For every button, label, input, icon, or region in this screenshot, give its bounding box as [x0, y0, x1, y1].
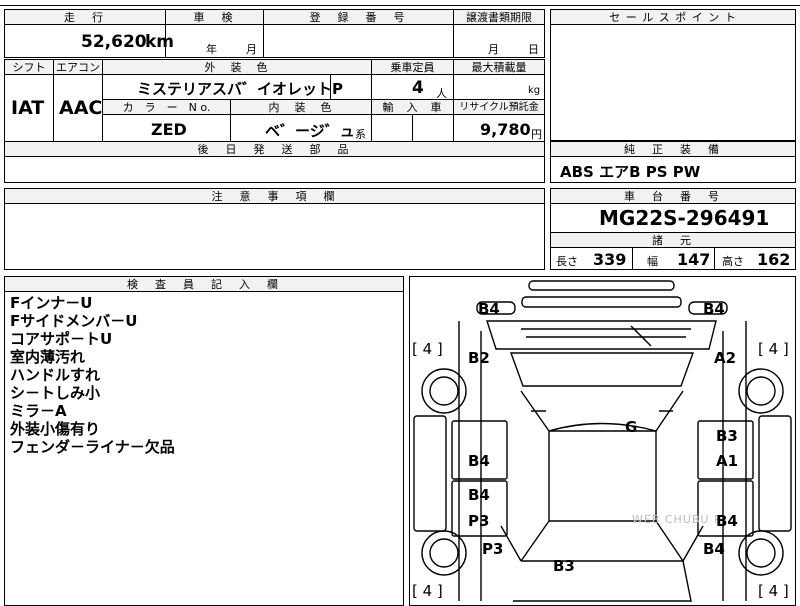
import-car-header: 輸 入 車	[371, 99, 454, 115]
interior-color-value: ベ゛ージ゛ュ	[265, 122, 355, 140]
transfer-deadline-header: 譲渡書類期限	[453, 9, 545, 25]
length-cell: 長さ 339	[550, 247, 633, 270]
damage-mark-a2: A2	[714, 349, 737, 367]
color-no-header: カ ラ ー N o.	[102, 99, 231, 115]
mileage-header: 走 行	[4, 9, 166, 25]
interior-color-suffix: 系	[355, 128, 366, 141]
inspector-note-line: コアサポ－トU	[10, 330, 113, 348]
sales-point-area	[550, 24, 796, 141]
damage-mark-b4-left-door: B4	[468, 452, 490, 470]
standard-equipment-cell: ABS エアB PS PW	[550, 156, 796, 183]
length-value: 339	[593, 250, 627, 269]
recycle-deposit-header: リサイクル預託金	[453, 99, 545, 115]
inspector-note-line: 外装小傷有り	[10, 420, 101, 438]
standard-equipment-header: 純 正 装 備	[550, 141, 796, 157]
max-load-cell: kg	[453, 74, 545, 100]
width-label: 幅	[647, 255, 658, 268]
inspector-notes-area: Fインナ－U Fサイドメンバ－U コアサポ－トU 室内薄汚れ ハンドルすれ シ－トしみ小ミ…	[4, 291, 404, 606]
damage-mark-b4-left-rear-door: B4	[468, 486, 490, 504]
height-label: 高さ	[722, 255, 744, 268]
inspector-note-line: シ－トしみ小	[10, 384, 101, 402]
damage-mark-b3-right: B3	[716, 427, 738, 445]
specs-header: 諸 元	[550, 232, 796, 248]
shaken-year: 年	[206, 43, 217, 56]
registration-header: 登 録 番 号	[263, 9, 454, 25]
later-parts-area	[4, 156, 545, 183]
transfer-month: 月	[488, 43, 499, 56]
damage-mark-a1: A1	[716, 452, 739, 470]
inspector-note-line: ミラ－A	[10, 402, 67, 420]
top-strip	[0, 0, 800, 6]
tire-depth-front-left: [ 4 ]	[412, 340, 443, 358]
damage-mark-p3-rear-left: P3	[482, 540, 504, 558]
damage-mark-b4-right-rear: B4	[716, 512, 738, 530]
registration-cell	[263, 24, 454, 58]
inspector-notes-header: 検 査 員 記 入 欄	[4, 276, 404, 292]
tire-depth-front-right: [ 4 ]	[758, 340, 789, 358]
shift-header: シフト	[4, 59, 54, 75]
max-load-header: 最大積載量	[453, 59, 545, 75]
recycle-deposit-unit: 円	[531, 128, 542, 141]
standard-equipment-value: ABS エアB PS PW	[560, 163, 701, 181]
inspector-note-line: ハンドルすれ	[10, 366, 101, 384]
mileage-cell: 52,620 km	[4, 24, 174, 58]
capacity-cell: 4 人	[371, 74, 454, 100]
damage-mark-b4-front-right: B4	[703, 300, 725, 318]
aircon-header: エアコン	[53, 59, 103, 75]
inspector-notes-list: Fインナ－U Fサイドメンバ－U コアサポ－トU 室内薄汚れ ハンドルすれ シ－トしみ小ミ…	[10, 294, 175, 456]
height-value: 162	[757, 250, 791, 269]
diagram-watermark: WEB CHUBU P	[632, 513, 722, 526]
damage-mark-b4-rear-right: B4	[703, 540, 725, 558]
damage-mark-p3-left-door: P3	[468, 512, 490, 530]
damage-mark-b4-front-left: B4	[478, 300, 500, 318]
exterior-color-value: ミステリアスバ゛イオレットP	[137, 80, 343, 98]
shift-value: IAT	[11, 97, 45, 119]
aircon-cell: AAC	[53, 74, 103, 142]
transfer-day: 日	[528, 43, 539, 56]
inspector-note-line: Fサイドメンバ－U	[10, 312, 138, 330]
chassis-number-cell: MG22S-296491	[550, 203, 796, 233]
sales-point-header: セ ー ル ス ポ イ ン ト	[550, 9, 796, 25]
import-car-cell-a	[371, 114, 413, 142]
damage-mark-g: G	[625, 418, 638, 436]
height-cell: 高さ 162	[714, 247, 796, 270]
import-car-cell-b	[412, 114, 454, 142]
inspector-note-line: 室内薄汚れ	[10, 348, 86, 366]
color-no-value: ZED	[151, 120, 187, 139]
color-no-cell: ZED	[102, 114, 231, 142]
exterior-color-extra-cell	[330, 74, 372, 100]
tire-depth-rear-left: [ 4 ]	[412, 582, 443, 600]
inspector-note-line: フェンダ－ライナ－欠品	[10, 438, 175, 456]
car-outline-diagram	[413, 280, 792, 602]
caution-area	[4, 203, 545, 270]
interior-color-cell: ベ゛ージ゛ュ 系	[230, 114, 372, 142]
later-parts-header: 後 日 発 送 部 品	[4, 141, 545, 157]
chassis-number-header: 車 台 番 号	[550, 188, 796, 204]
vehicle-diagram-frame: WEB CHUBU P	[409, 276, 796, 606]
shaken-cell: 年 月	[165, 24, 264, 58]
exterior-color-cell: ミステリアスバ゛イオレットP	[102, 74, 343, 100]
width-cell: 幅 147	[632, 247, 715, 270]
aircon-value: AAC	[59, 97, 103, 119]
mileage-value: 52,620	[81, 32, 147, 52]
inspector-note-line: Fインナ－U	[10, 294, 93, 312]
length-label: 長さ	[556, 255, 578, 268]
chassis-number-value: MG22S-296491	[599, 206, 770, 230]
recycle-deposit-value: 9,780	[480, 120, 531, 139]
damage-mark-b2: B2	[468, 349, 490, 367]
shaken-header: 車 検	[165, 9, 264, 25]
max-load-unit: kg	[528, 85, 541, 96]
recycle-deposit-cell: 9,780 円	[453, 114, 545, 142]
tire-depth-rear-right: [ 4 ]	[758, 582, 789, 600]
interior-color-header: 内 装 色	[230, 99, 372, 115]
caution-header: 注 意 事 項 欄	[4, 188, 545, 204]
width-value: 147	[677, 250, 711, 269]
capacity-value: 4	[412, 78, 424, 98]
capacity-header: 乗車定員	[371, 59, 454, 75]
shaken-month: 月	[246, 43, 257, 56]
exterior-color-header: 外 装 色	[102, 59, 372, 75]
shift-cell: IAT	[4, 74, 54, 142]
damage-mark-b3-rear: B3	[553, 557, 575, 575]
transfer-deadline-cell: 月 日	[453, 24, 545, 58]
